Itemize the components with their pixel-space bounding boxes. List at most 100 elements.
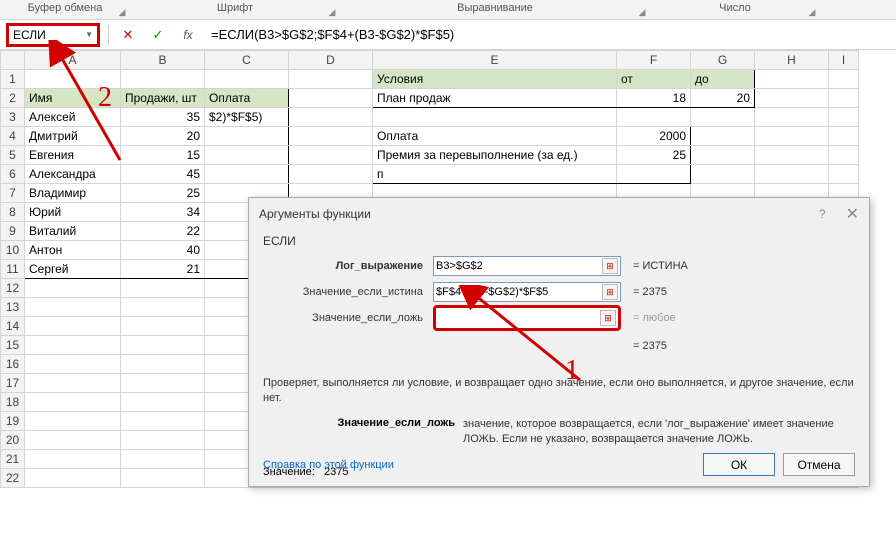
row-header[interactable]: 7 (1, 184, 25, 203)
row-header[interactable]: 21 (1, 450, 25, 469)
ok-button[interactable]: ОК (703, 453, 775, 476)
col-header[interactable]: H (755, 51, 829, 70)
cell[interactable]: $2)*$F$5) (205, 108, 289, 127)
row-header[interactable]: 17 (1, 374, 25, 393)
arg-input[interactable] (436, 260, 602, 272)
col-header[interactable]: D (289, 51, 373, 70)
cell[interactable]: 21 (121, 260, 205, 279)
cell[interactable]: Владимир (25, 184, 121, 203)
cell[interactable]: 18 (617, 89, 691, 108)
cell[interactable]: Евгения (25, 146, 121, 165)
dialog-title: Аргументы функции (259, 207, 371, 221)
arg-input[interactable] (438, 312, 600, 324)
dialog-launcher-icon[interactable]: ◢ (117, 7, 127, 17)
cell[interactable]: 2000 (617, 127, 691, 146)
arg-input-wrap: ⊞ (433, 305, 621, 331)
confirm-formula-button[interactable]: ✓ (147, 24, 169, 46)
cell[interactable]: Условия (373, 70, 617, 89)
cell[interactable]: до (691, 70, 755, 89)
dialog-launcher-icon[interactable]: ◢ (637, 7, 647, 17)
cell[interactable]: Дмитрий (25, 127, 121, 146)
select-all[interactable] (1, 51, 25, 70)
insert-function-button[interactable]: fx (177, 24, 199, 46)
row-header[interactable]: 8 (1, 203, 25, 222)
cell[interactable]: План продаж (373, 89, 617, 108)
cell[interactable]: 25 (617, 146, 691, 165)
cell[interactable]: 40 (121, 241, 205, 260)
cell[interactable]: 20 (121, 127, 205, 146)
cell[interactable]: Антон (25, 241, 121, 260)
overall-result: = 2375 (621, 340, 667, 352)
cell[interactable]: 35 (121, 108, 205, 127)
dialog-titlebar[interactable]: Аргументы функции ? ✕ (249, 198, 869, 230)
row-header[interactable]: 19 (1, 412, 25, 431)
dialog-launcher-icon[interactable]: ◢ (327, 7, 337, 17)
name-box[interactable]: ЕСЛИ ▼ (6, 23, 100, 47)
close-icon[interactable]: ✕ (846, 204, 859, 224)
cell[interactable]: Александра (25, 165, 121, 184)
row-header[interactable]: 18 (1, 393, 25, 412)
col-header[interactable]: A (25, 51, 121, 70)
arg-input[interactable] (436, 286, 602, 298)
row-header[interactable]: 22 (1, 469, 25, 488)
cell[interactable]: Виталий (25, 222, 121, 241)
row-header[interactable]: 14 (1, 317, 25, 336)
cell[interactable]: Премия за перевыполнение (за ед.) (373, 146, 617, 165)
divider (108, 25, 109, 45)
col-header[interactable]: I (829, 51, 859, 70)
cell[interactable]: от (617, 70, 691, 89)
row-header[interactable]: 6 (1, 165, 25, 184)
arg-row: Значение_если_ложь ⊞ = любое (263, 306, 855, 330)
dialog-launcher-icon[interactable]: ◢ (807, 7, 817, 17)
row-header[interactable]: 9 (1, 222, 25, 241)
help-icon[interactable]: ? (819, 207, 826, 221)
cell[interactable]: Сергей (25, 260, 121, 279)
row-header[interactable]: 3 (1, 108, 25, 127)
help-link[interactable]: Справка по этой функции (263, 459, 394, 471)
row-header[interactable]: 1 (1, 70, 25, 89)
arg-input-wrap: ⊞ (433, 282, 621, 302)
cell[interactable]: 22 (121, 222, 205, 241)
cell[interactable]: 45 (121, 165, 205, 184)
row-header[interactable]: 10 (1, 241, 25, 260)
formula-bar-row: ЕСЛИ ▼ ✕ ✓ fx (0, 20, 896, 50)
arg-result: = любое (621, 312, 676, 324)
arg-label: Значение_если_ложь (263, 312, 433, 324)
col-header[interactable]: E (373, 51, 617, 70)
chevron-down-icon[interactable]: ▼ (85, 30, 93, 39)
row-header[interactable]: 20 (1, 431, 25, 450)
cancel-formula-button[interactable]: ✕ (117, 24, 139, 46)
cell[interactable]: 34 (121, 203, 205, 222)
cell[interactable]: п (373, 165, 617, 184)
cell[interactable]: 25 (121, 184, 205, 203)
cell[interactable]: Оплата (205, 89, 289, 108)
formula-input[interactable] (207, 25, 890, 44)
col-header[interactable]: F (617, 51, 691, 70)
row-header[interactable]: 11 (1, 260, 25, 279)
arg-result: = 2375 (621, 286, 667, 298)
row-header[interactable]: 15 (1, 336, 25, 355)
cell[interactable]: 15 (121, 146, 205, 165)
row-header[interactable]: 16 (1, 355, 25, 374)
range-selector-icon[interactable]: ⊞ (602, 258, 618, 274)
col-header[interactable]: G (691, 51, 755, 70)
row-header[interactable]: 2 (1, 89, 25, 108)
row-header[interactable]: 13 (1, 298, 25, 317)
range-selector-icon[interactable]: ⊞ (602, 284, 618, 300)
arg-input-wrap: ⊞ (433, 256, 621, 276)
cell[interactable]: Продажи, шт (121, 89, 205, 108)
ribbon-groups: Буфер обмена ◢ Шрифт ◢ Выравнивание ◢ Чи… (0, 0, 896, 20)
row-header[interactable]: 5 (1, 146, 25, 165)
range-selector-icon[interactable]: ⊞ (600, 310, 616, 326)
name-box-value: ЕСЛИ (13, 28, 46, 42)
arg-help: Значение_если_ложь значение, которое воз… (263, 417, 855, 448)
col-header[interactable]: B (121, 51, 205, 70)
row-header[interactable]: 12 (1, 279, 25, 298)
cancel-button[interactable]: Отмена (783, 453, 855, 476)
col-header[interactable]: C (205, 51, 289, 70)
cell[interactable]: Юрий (25, 203, 121, 222)
function-description: Проверяет, выполняется ли условие, и воз… (263, 376, 855, 407)
cell[interactable]: Оплата (373, 127, 617, 146)
row-header[interactable]: 4 (1, 127, 25, 146)
cell[interactable]: 20 (691, 89, 755, 108)
